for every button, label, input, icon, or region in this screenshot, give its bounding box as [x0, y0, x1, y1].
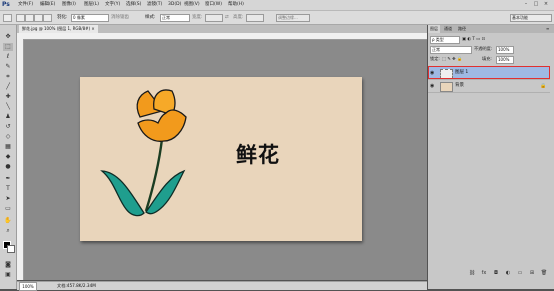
- marquee-preset-icon[interactable]: [3, 14, 12, 22]
- menu-type[interactable]: 文字(Y): [105, 1, 120, 9]
- gradient-tool-icon[interactable]: ▦: [3, 143, 13, 151]
- delete-layer-icon[interactable]: 🗑: [540, 269, 548, 277]
- link-layers-icon[interactable]: ⛓: [468, 269, 476, 277]
- menu-layer[interactable]: 图层(L): [84, 1, 99, 9]
- tools-panel: ✥ ⬚ ℓ ✎ ⌗ ╱ ✚ ╲ ♟ ↺ ◇ ▦ ◆ ● ✒ T ➤ ▭ ✋ ⌕ …: [0, 25, 17, 289]
- layer-thumbnail: [440, 82, 453, 92]
- marquee-tool-icon[interactable]: ⬚: [3, 43, 13, 51]
- clone-stamp-icon[interactable]: ♟: [3, 113, 13, 121]
- zoom-level-field[interactable]: 100%: [19, 282, 37, 291]
- menu-window[interactable]: 窗口(W): [205, 1, 222, 9]
- move-tool-icon[interactable]: ✥: [3, 33, 13, 41]
- new-group-icon[interactable]: ▭: [516, 269, 524, 277]
- fill-input[interactable]: 100%: [496, 56, 514, 64]
- maximize-icon[interactable]: □: [532, 1, 540, 8]
- adjustment-layer-icon[interactable]: ◐: [504, 269, 512, 277]
- blend-mode-select[interactable]: 正常: [430, 46, 472, 54]
- layers-panel-tabs: 图层 通道 路径 ≡: [428, 25, 554, 33]
- add-mask-icon[interactable]: ◘: [492, 269, 500, 277]
- layer-name[interactable]: 背景: [455, 82, 464, 90]
- workspace-select[interactable]: 基本功能: [510, 14, 552, 22]
- horizontal-ruler: [17, 33, 427, 40]
- background-color-swatch[interactable]: [7, 245, 15, 253]
- width-input[interactable]: [205, 14, 223, 22]
- brush-tool-icon[interactable]: ╲: [3, 103, 13, 111]
- dodge-tool-icon[interactable]: ●: [3, 163, 13, 171]
- height-input[interactable]: [246, 14, 264, 22]
- document-tab-bar: 鲜花.jpg @ 100% (图层 1, RGB/8#) ×: [17, 25, 427, 33]
- photoshop-logo: Ps: [2, 1, 10, 8]
- antialias-checkbox[interactable]: 消除锯齿: [111, 14, 129, 21]
- layer-style-icon[interactable]: fx: [480, 269, 488, 277]
- history-brush-icon[interactable]: ↺: [3, 123, 13, 131]
- options-bar: 羽化: 0 像素 消除锯齿 样式: 正常 宽度: ⇄ 高度: 调整边缘... 基…: [0, 11, 554, 25]
- canvas-text-layer: 鲜花: [236, 143, 280, 167]
- screen-mode-icon[interactable]: ▣: [3, 271, 13, 279]
- vertical-ruler: [17, 39, 24, 280]
- eraser-icon[interactable]: ◇: [3, 133, 13, 141]
- menu-bar: Ps 文件(F) 编辑(E) 图像(I) 图层(L) 文字(Y) 选择(S) 滤…: [0, 0, 554, 11]
- feather-input[interactable]: 0 像素: [71, 14, 109, 22]
- highlight-annotation: [428, 66, 550, 79]
- shape-tool-icon[interactable]: ▭: [3, 205, 13, 213]
- tulip-illustration: [100, 89, 187, 217]
- quick-mask-icon[interactable]: ◙: [3, 261, 13, 269]
- style-label: 样式:: [145, 15, 156, 20]
- zoom-tool-icon[interactable]: ⌕: [3, 227, 13, 235]
- menu-3d[interactable]: 3D(D): [168, 1, 181, 9]
- blur-tool-icon[interactable]: ◆: [3, 153, 13, 161]
- document-canvas[interactable]: 鲜花: [80, 77, 362, 241]
- swap-icon[interactable]: ⇄: [225, 14, 229, 21]
- menu-edit[interactable]: 编辑(E): [40, 1, 55, 9]
- lock-icon: 🔒: [540, 83, 547, 89]
- healing-brush-icon[interactable]: ✚: [3, 93, 13, 101]
- layer-filter-select[interactable]: ρ 类型: [430, 36, 460, 44]
- new-selection-icon[interactable]: [16, 14, 25, 22]
- pen-tool-icon[interactable]: ✒: [3, 175, 13, 183]
- menu-image[interactable]: 图像(I): [62, 1, 76, 9]
- path-select-icon[interactable]: ➤: [3, 195, 13, 203]
- tab-layers[interactable]: 图层: [428, 25, 440, 33]
- document-tab[interactable]: 鲜花.jpg @ 100% (图层 1, RGB/8#) ×: [19, 25, 98, 33]
- subtract-selection-icon[interactable]: [34, 14, 43, 22]
- opacity-input[interactable]: 100%: [496, 46, 514, 54]
- layer-row-background[interactable]: ◉ 背景 🔒: [428, 80, 550, 93]
- menu-select[interactable]: 选择(S): [126, 1, 141, 9]
- filter-icons[interactable]: ▣ ◐ T ▭ ⊡: [462, 35, 485, 42]
- layers-panel: 图层 通道 路径 ≡ ρ 类型 ▣ ◐ T ▭ ⊡ 正常 不透明度: 100% …: [428, 25, 554, 289]
- new-layer-icon[interactable]: ⊞: [528, 269, 536, 277]
- lasso-tool-icon[interactable]: ℓ: [3, 53, 13, 61]
- opacity-label: 不透明度:: [474, 46, 493, 51]
- lock-label: 锁定:: [430, 56, 440, 61]
- menu-file[interactable]: 文件(F): [18, 1, 33, 9]
- tab-paths[interactable]: 路径: [456, 25, 468, 33]
- menu-help[interactable]: 帮助(H): [228, 1, 244, 9]
- intersect-selection-icon[interactable]: [43, 14, 52, 22]
- visibility-eye-icon[interactable]: ◉: [430, 83, 436, 89]
- minimize-icon[interactable]: –: [522, 1, 530, 8]
- tab-channels[interactable]: 通道: [442, 25, 454, 33]
- menu-filter[interactable]: 滤镜(T): [147, 1, 162, 9]
- type-tool-icon[interactable]: T: [3, 185, 13, 193]
- feather-label: 羽化:: [57, 15, 68, 20]
- left-leaf: [100, 170, 145, 217]
- height-label: 高度:: [233, 15, 244, 20]
- add-selection-icon[interactable]: [25, 14, 34, 22]
- width-label: 宽度:: [192, 15, 203, 20]
- style-select[interactable]: 正常: [160, 14, 190, 22]
- crop-tool-icon[interactable]: ⌗: [3, 73, 13, 81]
- quick-select-icon[interactable]: ✎: [3, 63, 13, 71]
- refine-edge-button[interactable]: 调整边缘...: [276, 14, 310, 22]
- lock-icons[interactable]: ⬚ ✎ ✥ 🔒: [442, 55, 462, 62]
- eyedropper-icon[interactable]: ╱: [3, 83, 13, 91]
- hand-tool-icon[interactable]: ✋: [3, 217, 13, 225]
- panel-menu-icon[interactable]: ≡: [544, 25, 551, 33]
- fill-label: 填充:: [482, 56, 492, 61]
- close-icon[interactable]: ×: [542, 1, 550, 8]
- menu-view[interactable]: 视图(V): [184, 1, 200, 9]
